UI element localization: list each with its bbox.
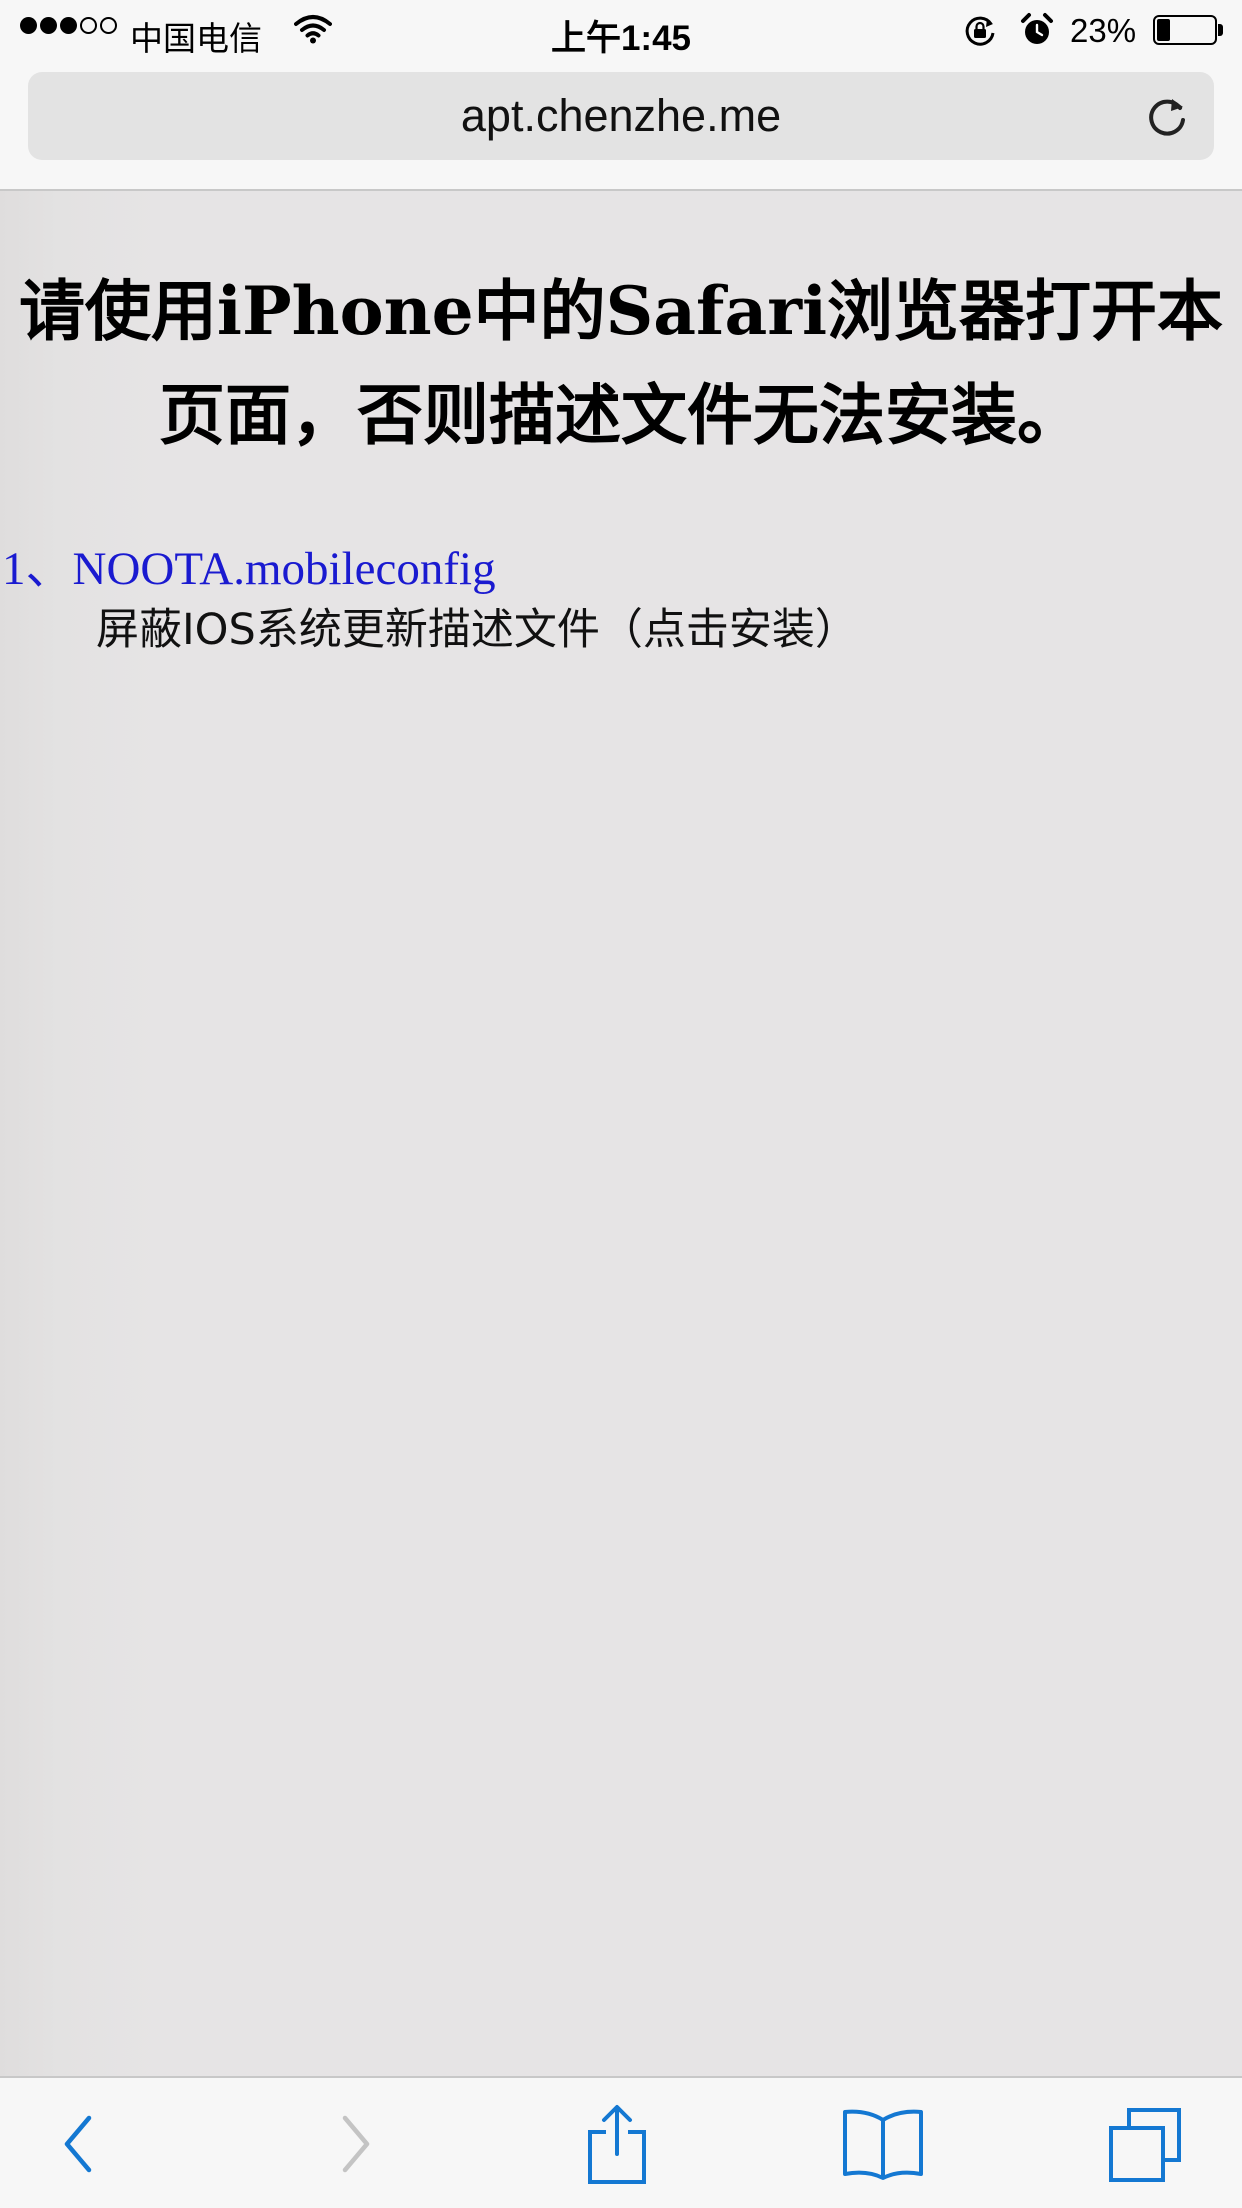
back-icon: [64, 2115, 92, 2173]
mobileconfig-download-link[interactable]: 1、NOOTA.mobileconfig: [2, 529, 496, 598]
status-time: 上午1:45: [550, 19, 692, 58]
back-button[interactable]: [34, 2104, 124, 2184]
battery-icon: [1153, 15, 1217, 45]
bookmarks-button[interactable]: [838, 2104, 928, 2184]
page-title: 请使用iPhone中的Safari浏览器打开本页面，否则描述文件无法安装。: [18, 272, 1224, 454]
url-text[interactable]: apt.chenzhe.me: [28, 72, 1214, 160]
forward-button[interactable]: [310, 2104, 400, 2184]
rotation-lock-icon: [963, 14, 997, 56]
battery-percentage: 23%: [1070, 12, 1137, 49]
tabs-button[interactable]: [1100, 2104, 1190, 2184]
browser-top-chrome: 中国电信 上午1:45 23% apt.chenzhe.me: [0, 0, 1242, 191]
address-bar[interactable]: apt.chenzhe.me: [28, 72, 1214, 160]
web-page-content: 请使用iPhone中的Safari浏览器打开本页面，否则描述文件无法安装。 1、…: [0, 191, 1242, 2076]
alarm-icon: [1020, 12, 1054, 56]
share-icon: [588, 2105, 646, 2184]
battery-level-fill: [1157, 19, 1170, 41]
reload-icon[interactable]: [1142, 92, 1192, 142]
forward-icon: [342, 2115, 370, 2173]
status-bar: 中国电信 上午1:45 23%: [0, 0, 1242, 62]
bookmarks-icon: [843, 2109, 923, 2180]
share-button[interactable]: [572, 2104, 662, 2184]
mobileconfig-description: 屏蔽IOS系统更新描述文件（点击安装）: [96, 605, 858, 655]
safari-bottom-toolbar: [0, 2076, 1242, 2208]
tabs-icon: [1109, 2108, 1181, 2182]
battery-terminal: [1218, 24, 1223, 36]
